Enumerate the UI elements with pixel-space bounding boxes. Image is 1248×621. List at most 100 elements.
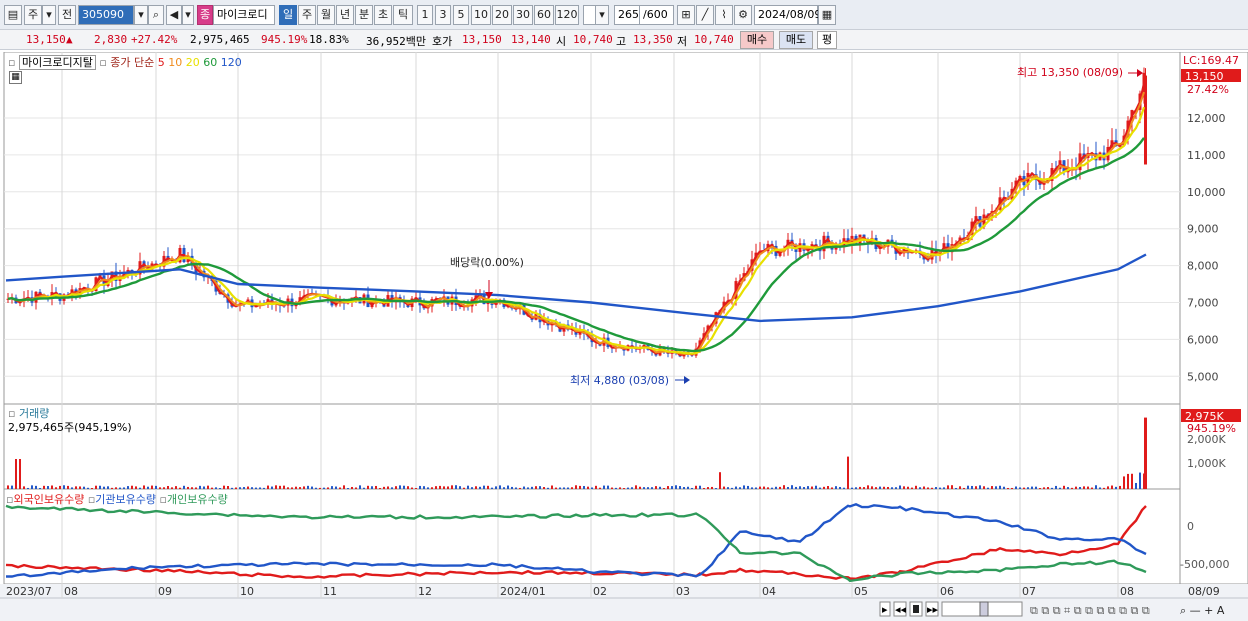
ma-title[interactable]: 종가 단순: [110, 56, 154, 69]
buy-button[interactable]: 매수: [740, 31, 774, 49]
volume-bar: [279, 485, 281, 489]
dividend-annotation: 배당락(0.00%): [450, 256, 524, 269]
interval-60[interactable]: 60: [534, 5, 554, 25]
stock-title[interactable]: 마이크로디지탈: [18, 55, 96, 70]
gear-icon[interactable]: ⚙: [734, 5, 752, 25]
market-dropdown-icon[interactable]: ▾: [42, 5, 56, 25]
zoom-icons[interactable]: ⌕ — + A: [1180, 604, 1225, 617]
ma-legend-120[interactable]: 120: [221, 56, 242, 69]
volume-bar: [55, 487, 57, 489]
tab-minute[interactable]: 분: [355, 5, 373, 25]
volume-bar: [755, 487, 757, 489]
turnover-rate: 18.83%: [309, 33, 349, 46]
change-value: 2,830: [94, 33, 128, 46]
tool-icons[interactable]: ⧉ ⧉ ⧉ ⌗ ⧉ ⧉ ⧉ ⧉ ⧉ ⧉ ⧉: [1030, 604, 1150, 617]
volume-bar: [935, 487, 937, 489]
volume-bar: [859, 486, 861, 489]
tab-second[interactable]: 초: [374, 5, 392, 25]
price-tick: 7,000: [1187, 297, 1219, 310]
volume-bar: [923, 486, 925, 489]
date-input[interactable]: 2024/08/09: [754, 5, 821, 25]
volume-bar: [895, 487, 897, 489]
sound-dropdown-icon[interactable]: ▾: [182, 5, 194, 25]
draw-tool-icon[interactable]: ╱: [696, 5, 714, 25]
search-icon[interactable]: ⌕: [148, 5, 164, 25]
volume-bar: [947, 485, 949, 489]
volume-bar: [403, 485, 405, 489]
tab-year[interactable]: 년: [336, 5, 354, 25]
interval-120[interactable]: 120: [555, 5, 579, 25]
volume-bar: [483, 485, 485, 489]
volume-bar: [799, 486, 801, 489]
chart-type-icon[interactable]: ⊞: [677, 5, 695, 25]
volume-bar: [215, 487, 217, 489]
tab-tick[interactable]: 틱: [393, 5, 413, 25]
volume-bar: [1123, 476, 1125, 489]
chart-menu-icon[interactable]: ▤: [4, 5, 22, 25]
ma-legend-60[interactable]: 60: [203, 56, 221, 69]
calendar-icon[interactable]: ▦: [818, 5, 836, 25]
volume-bar: [391, 487, 393, 489]
tab-week[interactable]: 주: [298, 5, 316, 25]
interval-10[interactable]: 10: [471, 5, 491, 25]
code-dropdown-icon[interactable]: ▾: [134, 5, 148, 25]
volume-bar: [91, 488, 93, 489]
stock-chart[interactable]: 12,000 11,000 10,000 9,000 8,000 7,000 6,000 5,…: [0, 52, 1248, 621]
volume-bar: [899, 485, 901, 489]
tab-month[interactable]: 월: [317, 5, 335, 25]
count-input[interactable]: 265: [614, 5, 640, 25]
stop-icon: [913, 605, 919, 613]
volume-bar: [1127, 473, 1129, 489]
ma-legend-5[interactable]: 5: [158, 56, 169, 69]
high-annotation: 최고 13,350 (08/09): [1017, 66, 1123, 79]
chart-canvas[interactable]: 12,000 11,000 10,000 9,000 8,000 7,000 6,000 5,…: [0, 52, 1248, 621]
volume-bar: [1019, 487, 1021, 489]
volume-bar: [23, 486, 25, 489]
sell-button[interactable]: 매도: [779, 31, 813, 49]
prev-button[interactable]: 전: [58, 5, 76, 25]
volume-bar: [943, 487, 945, 489]
volume-bar: [283, 485, 285, 489]
ma-legend-10[interactable]: 10: [168, 56, 186, 69]
lc-label: LC:169.47: [1183, 54, 1239, 67]
volume-bar: [431, 487, 433, 489]
volume-bar: [171, 487, 173, 489]
right-axis: [1179, 52, 1248, 585]
volume-bar: [1135, 482, 1137, 489]
volume-bar: [555, 487, 557, 489]
eval-button[interactable]: 평: [817, 31, 837, 49]
volume-bar: [235, 487, 237, 489]
volume-bar: [927, 487, 929, 489]
zoom-slider-handle[interactable]: [979, 601, 989, 617]
interval-30[interactable]: 30: [513, 5, 533, 25]
volume-bar: [571, 487, 573, 489]
individual-holding-label[interactable]: 개인보유수량: [167, 493, 228, 506]
interval-dropdown-icon[interactable]: ▾: [595, 5, 609, 25]
interval-5[interactable]: 5: [453, 5, 469, 25]
line-chart-icon[interactable]: ⌇: [715, 5, 733, 25]
ma-legend-20[interactable]: 20: [186, 56, 204, 69]
interval-3[interactable]: 3: [435, 5, 451, 25]
volume-bar: [939, 487, 941, 489]
volume-bar: [539, 486, 541, 489]
volume-bar: [127, 486, 129, 489]
count-max: /600: [640, 5, 674, 25]
foreign-holding-label[interactable]: 외국인보유수량: [13, 493, 84, 506]
volume-bar: [619, 487, 621, 489]
volume-bar: [843, 487, 845, 489]
interval-1[interactable]: 1: [417, 5, 433, 25]
tab-day[interactable]: 일: [279, 5, 297, 25]
interval-20[interactable]: 20: [492, 5, 512, 25]
volume-tick-1000k: 1,000K: [1187, 457, 1226, 470]
volume-bar: [863, 487, 865, 489]
calculator-icon[interactable]: ▦: [9, 71, 22, 84]
volume-bar: [447, 486, 449, 489]
stock-code-input[interactable]: 305090: [78, 5, 134, 25]
volume-bar: [167, 485, 169, 489]
institution-holding-label[interactable]: 기관보유수량: [95, 493, 156, 506]
volume-bar: [747, 485, 749, 489]
volume-bar: [639, 486, 641, 489]
sound-icon[interactable]: ◀: [166, 5, 182, 25]
volume-bar: [535, 486, 537, 489]
market-select[interactable]: 주: [24, 5, 42, 25]
